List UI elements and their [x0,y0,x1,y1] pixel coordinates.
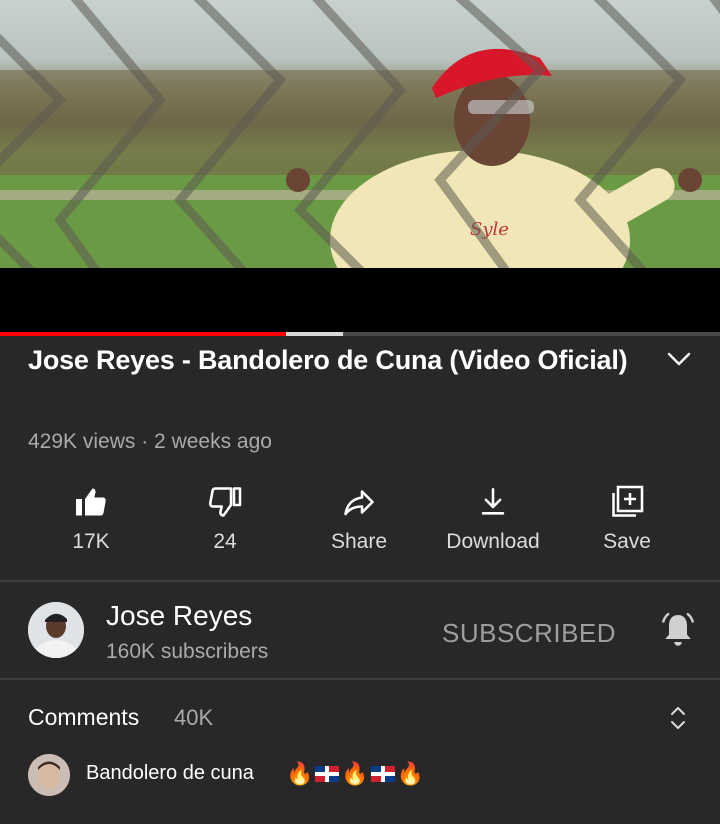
dislike-button[interactable]: 24 [158,480,292,560]
divider [0,580,720,582]
subscribed-button[interactable]: SUBSCRIBED [442,618,616,649]
subscriber-count: 160K subscribers [106,640,269,663]
action-bar: 17K 24 Share Download Save [24,480,696,560]
notification-bell-icon[interactable] [660,610,696,650]
thumbs-down-icon [208,487,242,517]
share-button[interactable]: Share [292,480,426,560]
channel-name[interactable]: Jose Reyes [106,600,252,632]
dominican-flag-icon [370,766,395,782]
played-bar [0,332,286,336]
video-letterbox [0,268,720,332]
comment-emojis: 🔥 🔥 🔥 [286,760,424,788]
dominican-flag-icon [315,766,340,782]
comments-count: 40K [174,705,214,730]
chevron-down-icon[interactable] [664,344,694,374]
video-title[interactable]: Jose Reyes - Bandolero de Cuna (Video Of… [28,338,628,382]
expand-collapse-icon[interactable] [666,702,690,734]
like-count: 17K [72,530,110,553]
save-label: Save [603,530,651,553]
person-avatar-image [28,754,70,796]
fire-emoji-icon: 🔥 [341,761,369,786]
video-progress-bar[interactable] [0,332,720,336]
view-count-and-date: 429K views · 2 weeks ago [28,430,272,453]
share-icon [344,490,374,516]
comment-text: Bandolero de cuna [86,762,254,784]
person-avatar-image [28,602,84,658]
download-button[interactable]: Download [426,480,560,560]
share-label: Share [330,530,388,553]
commenter-avatar[interactable] [28,754,70,796]
thumbs-up-icon [76,488,106,516]
comments-heading[interactable]: Comments [28,704,139,731]
video-frame: Syle [0,0,720,268]
fire-emoji-icon: 🔥 [286,761,314,786]
download-icon [481,487,505,515]
dislike-count: 24 [213,530,237,553]
like-button[interactable]: 17K [24,480,158,560]
save-to-playlist-icon [612,485,644,517]
divider [0,678,720,680]
video-player[interactable]: Syle [0,0,720,268]
save-button[interactable]: Save [560,480,694,560]
download-label: Download [446,530,540,553]
channel-avatar[interactable] [28,602,84,658]
fire-emoji-icon: 🔥 [396,761,425,786]
